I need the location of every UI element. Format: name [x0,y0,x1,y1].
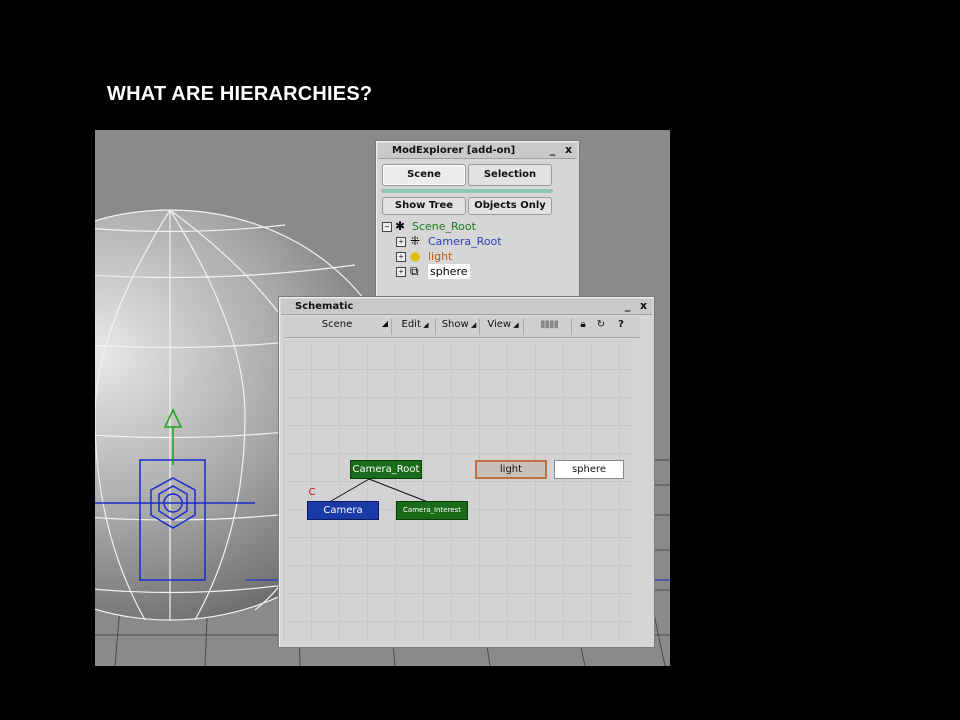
camera-marker: C [308,487,316,498]
node-camera-root[interactable]: Camera_Root [350,460,422,479]
camera-root-icon: ⁜ [410,234,421,248]
view-menu-label: View [487,319,512,330]
node-camera-interest[interactable]: Camera_Interest [396,501,468,520]
expand-icon[interactable]: + [396,252,406,262]
node-light[interactable]: light [475,460,547,479]
tree-item-camera-root[interactable]: + ⁜ Camera_Root [382,234,562,249]
close-button[interactable]: x [562,144,575,157]
dropdown-arrow-icon: ◢ [381,319,388,328]
hierarchy-links [325,478,434,505]
collapse-icon[interactable]: − [382,222,392,232]
minimize-button[interactable]: _ [546,144,559,157]
tree-label: light [428,250,453,263]
dropdown-arrow-icon: ◢ [420,321,429,329]
show-menu[interactable]: Show ◢ [439,319,480,335]
expand-icon[interactable]: + [396,237,406,247]
light-bulb-icon: ● [410,249,421,263]
schematic-titlebar[interactable]: Schematic [281,299,652,315]
show-tree-button[interactable]: Show Tree [382,197,466,215]
tab-selection[interactable]: Selection [468,164,552,186]
edit-menu-label: Edit [401,319,421,330]
tree-label: Camera_Root [428,235,502,248]
scene-root-icon: ✱ [395,219,406,233]
show-menu-label: Show [441,319,469,330]
layout-toggle[interactable]: ▮▮▮▮ [527,319,572,335]
scene-dropdown[interactable]: Scene ◢ [283,319,392,335]
modexplorer-title: ModExplorer [add-on] [392,145,516,156]
dropdown-arrow-icon: ◢ [468,321,477,329]
close-button[interactable]: x [637,300,650,313]
scene-tree: − ✱ Scene_Root + ⁜ Camera_Root + ● light… [382,219,562,279]
schematic-window: Schematic _ x Scene ◢ Edit ◢ Show ◢ View… [278,296,655,648]
modexplorer-window: ModExplorer [add-on] _ x Scene Selection… [375,140,580,302]
lock-icon[interactable]: 🔒︎ [575,319,591,335]
slide-title: WHAT ARE HIERARCHIES? [107,83,373,105]
schematic-title: Schematic [295,301,354,312]
tree-item-light[interactable]: + ● light [382,249,562,264]
tree-item-sphere[interactable]: + ⧉ sphere [382,264,562,279]
help-button[interactable]: ? [613,319,629,335]
view-menu[interactable]: View ◢ [483,319,524,335]
objects-only-button[interactable]: Objects Only [468,197,552,215]
schematic-canvas[interactable]: Camera_Root C Camera Camera_Interest lig… [283,341,633,641]
tree-label: Scene_Root [412,220,476,233]
node-camera[interactable]: Camera [307,501,379,520]
edit-menu[interactable]: Edit ◢ [395,319,436,335]
polymesh-icon: ⧉ [410,264,419,278]
expand-icon[interactable]: + [396,267,406,277]
tab-underline [381,189,553,193]
dropdown-arrow-icon: ◢ [511,321,519,329]
node-sphere[interactable]: sphere [554,460,624,479]
minimize-button[interactable]: _ [621,300,634,313]
refresh-icon[interactable]: ↻ [593,319,609,335]
scene-dropdown-label: Scene [321,319,353,330]
tab-scene[interactable]: Scene [382,164,466,186]
tree-label: sphere [428,264,470,279]
tree-item-scene-root[interactable]: − ✱ Scene_Root [382,219,562,234]
schematic-menubar: Scene ◢ Edit ◢ Show ◢ View ◢ ▮▮▮▮ 🔒︎ ↻ ? [283,317,640,338]
